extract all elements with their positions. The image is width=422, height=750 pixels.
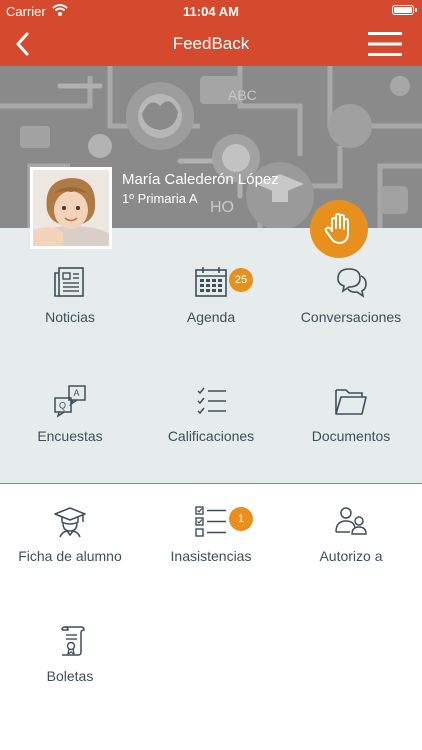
page-title: FeedBack <box>172 34 250 53</box>
tile-calificaciones[interactable]: Calificaciones <box>141 384 281 444</box>
tile-ficha-de-alumno[interactable]: Ficha de alumno <box>0 504 140 564</box>
tile-label-agenda: Agenda <box>186 309 236 325</box>
raise-hand-button[interactable] <box>310 200 368 258</box>
status-time: 11:04 AM <box>183 4 239 19</box>
tile-encuestas[interactable]: A Q Encuestas <box>0 384 140 444</box>
tile-boletas[interactable]: Boletas <box>0 624 140 684</box>
tile-autorizo-a[interactable]: Autorizo a <box>281 504 421 564</box>
tile-noticias[interactable]: Noticias <box>0 265 140 325</box>
certificate-icon <box>61 626 85 656</box>
student-avatar[interactable] <box>30 167 112 249</box>
tile-label-ficha-de-alumno: Ficha de alumno <box>18 548 122 564</box>
nav-bar: FeedBack <box>0 22 422 66</box>
inasistencias-badge: 1 <box>229 507 253 531</box>
svg-text:ABC: ABC <box>228 87 257 103</box>
attendance-list-icon <box>195 506 226 537</box>
battery-icon <box>392 5 417 15</box>
svg-text:A: A <box>74 388 80 398</box>
student-name: María Calederón López <box>122 171 279 188</box>
tile-label-calificaciones: Calificaciones <box>167 428 255 444</box>
calendar-icon <box>195 267 227 297</box>
folder-icon <box>335 389 367 415</box>
tile-label-autorizo-a: Autorizo a <box>319 548 383 564</box>
svg-text:Q: Q <box>59 401 66 411</box>
tile-label-encuestas: Encuestas <box>37 428 103 444</box>
tile-inasistencias[interactable]: Inasistencias <box>141 504 281 564</box>
survey-icon: A Q <box>54 385 86 418</box>
tile-label-conversaciones: Conversaciones <box>300 309 402 325</box>
tile-documentos[interactable]: Documentos <box>281 384 421 444</box>
student-class: 1º Primaria A <box>122 191 198 206</box>
tile-label-boletas: Boletas <box>46 668 94 684</box>
newspaper-icon <box>54 267 84 297</box>
chat-bubbles-icon <box>337 268 367 298</box>
tile-label-noticias: Noticias <box>45 309 95 325</box>
svg-text:HO: HO <box>210 199 234 216</box>
people-icon <box>335 507 367 535</box>
hand-icon <box>324 213 349 244</box>
tile-label-documentos: Documentos <box>311 428 391 444</box>
tile-label-inasistencias: Inasistencias <box>170 548 252 564</box>
graduation-cap-icon <box>54 507 86 538</box>
status-bar: Carrier 11:04 AM <box>0 0 422 22</box>
checklist-icon <box>197 387 226 415</box>
student-photo <box>33 170 109 246</box>
agenda-badge: 25 <box>229 268 253 292</box>
tile-agenda[interactable]: Agenda <box>141 265 281 325</box>
menu-button[interactable] <box>368 30 402 58</box>
tile-conversaciones[interactable]: Conversaciones <box>281 265 421 325</box>
